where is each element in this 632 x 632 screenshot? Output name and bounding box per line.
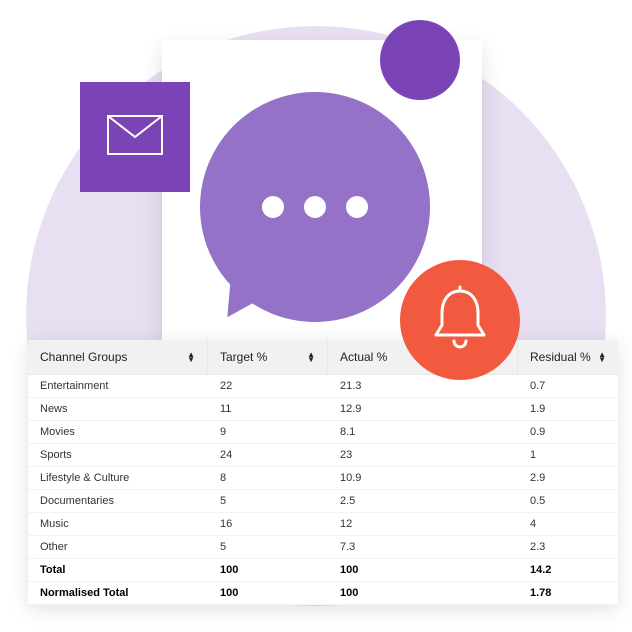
table-row: Music16124 [28, 513, 618, 536]
cell-channel-group: Normalised Total [28, 582, 208, 604]
table-row: Other57.32.3 [28, 536, 618, 559]
cell-actual: 100 [328, 559, 518, 581]
cell-residual: 1 [518, 444, 618, 466]
cell-residual: 2.9 [518, 467, 618, 489]
cell-actual: 12.9 [328, 398, 518, 420]
cell-target: 5 [208, 490, 328, 512]
mail-tile[interactable] [80, 82, 190, 192]
column-residual-percent[interactable]: Residual % ▲▼ [518, 340, 618, 374]
chat-dot [262, 196, 284, 218]
column-label: Actual % [340, 350, 387, 364]
cell-actual: 21.3 [328, 375, 518, 397]
cell-actual: 2.5 [328, 490, 518, 512]
table-header: Channel Groups ▲▼ Target % ▲▼ Actual % ▲… [28, 340, 618, 375]
cell-target: 9 [208, 421, 328, 443]
cell-channel-group: Lifestyle & Culture [28, 467, 208, 489]
column-target-percent[interactable]: Target % ▲▼ [208, 340, 328, 374]
purple-dot [380, 20, 460, 100]
bell-icon [430, 285, 490, 356]
chat-bubble[interactable] [200, 92, 430, 322]
chat-dot [304, 196, 326, 218]
cell-target: 16 [208, 513, 328, 535]
channel-groups-table: Channel Groups ▲▼ Target % ▲▼ Actual % ▲… [28, 340, 618, 605]
cell-target: 22 [208, 375, 328, 397]
column-label: Channel Groups [40, 350, 127, 364]
table-row: News1112.91.9 [28, 398, 618, 421]
cell-residual: 4 [518, 513, 618, 535]
cell-residual: 0.9 [518, 421, 618, 443]
cell-actual: 12 [328, 513, 518, 535]
cell-residual: 1.78 [518, 582, 618, 604]
cell-target: 8 [208, 467, 328, 489]
cell-target: 11 [208, 398, 328, 420]
sort-icon[interactable]: ▲▼ [307, 352, 315, 362]
cell-actual: 7.3 [328, 536, 518, 558]
table-row: Lifestyle & Culture810.92.9 [28, 467, 618, 490]
cell-residual: 0.7 [518, 375, 618, 397]
notification-badge[interactable] [400, 260, 520, 380]
cell-channel-group: Documentaries [28, 490, 208, 512]
column-channel-groups[interactable]: Channel Groups ▲▼ [28, 340, 208, 374]
column-label: Residual % [530, 350, 591, 364]
cell-target: 5 [208, 536, 328, 558]
cell-actual: 23 [328, 444, 518, 466]
sort-icon[interactable]: ▲▼ [187, 352, 195, 362]
column-label: Target % [220, 350, 267, 364]
cell-actual: 100 [328, 582, 518, 604]
table-row: Total10010014.2 [28, 559, 618, 582]
cell-target: 24 [208, 444, 328, 466]
cell-channel-group: Sports [28, 444, 208, 466]
cell-channel-group: Music [28, 513, 208, 535]
cell-residual: 1.9 [518, 398, 618, 420]
cell-target: 100 [208, 582, 328, 604]
cell-channel-group: Movies [28, 421, 208, 443]
cell-channel-group: News [28, 398, 208, 420]
sort-icon[interactable]: ▲▼ [598, 352, 606, 362]
cell-channel-group: Entertainment [28, 375, 208, 397]
table-row: Sports24231 [28, 444, 618, 467]
table-row: Documentaries52.50.5 [28, 490, 618, 513]
cell-channel-group: Other [28, 536, 208, 558]
chat-dot [346, 196, 368, 218]
cell-residual: 0.5 [518, 490, 618, 512]
cell-actual: 10.9 [328, 467, 518, 489]
table-row: Movies98.10.9 [28, 421, 618, 444]
cell-residual: 14.2 [518, 559, 618, 581]
cell-residual: 2.3 [518, 536, 618, 558]
table-row: Entertainment2221.30.7 [28, 375, 618, 398]
cell-target: 100 [208, 559, 328, 581]
table-body: Entertainment2221.30.7News1112.91.9Movie… [28, 375, 618, 605]
cell-actual: 8.1 [328, 421, 518, 443]
table-row: Normalised Total1001001.78 [28, 582, 618, 605]
cell-channel-group: Total [28, 559, 208, 581]
mail-icon [107, 115, 163, 160]
